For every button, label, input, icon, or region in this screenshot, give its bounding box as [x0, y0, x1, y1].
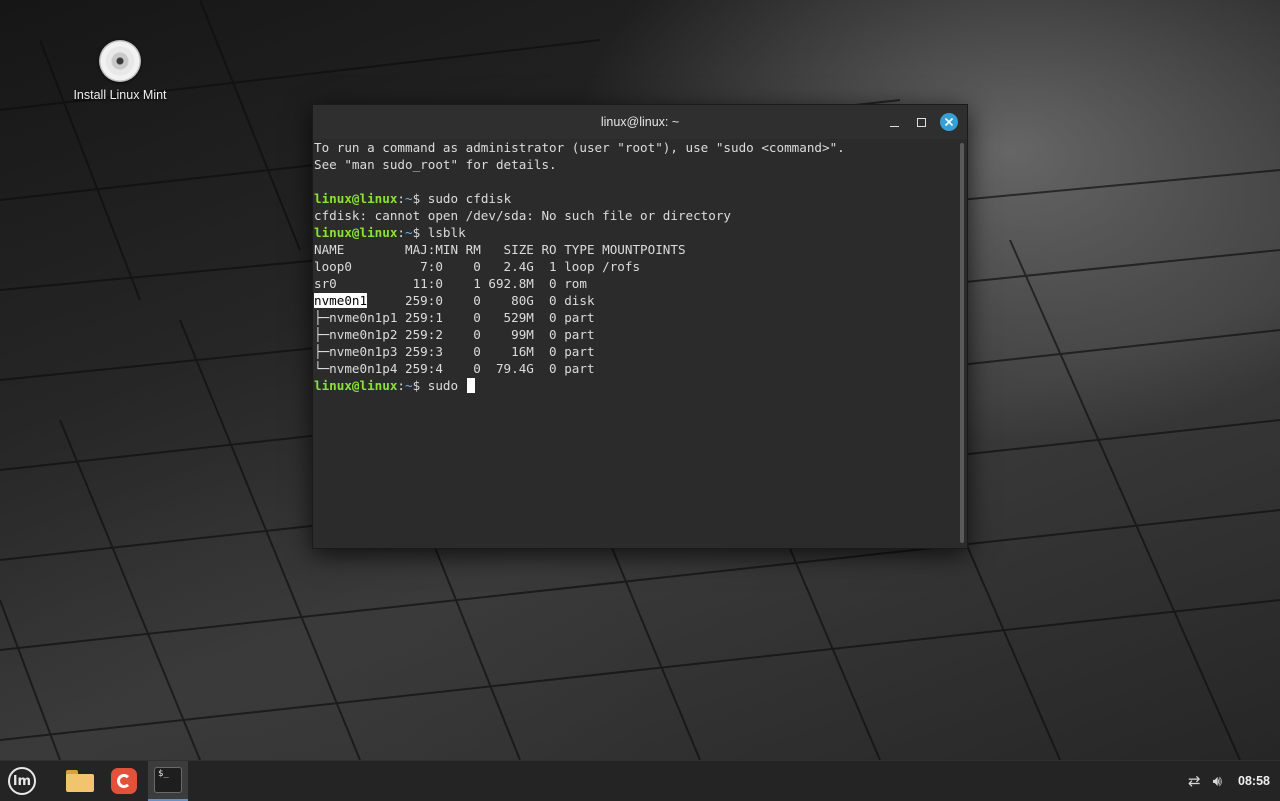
output-text: To run a command as administrator (user …	[314, 140, 845, 155]
output-line: ├─nvme0n1p2 259:2 0 99M 0 part	[313, 326, 957, 343]
prompt-user: linux@linux	[314, 225, 398, 240]
scrollbar-thumb[interactable]	[960, 143, 964, 543]
terminal-output[interactable]: To run a command as administrator (user …	[313, 139, 957, 548]
command-text: sudo cfdisk	[427, 191, 512, 206]
output-line: └─nvme0n1p4 259:4 0 79.4G 0 part	[313, 360, 957, 377]
command-text: sudo	[427, 378, 466, 393]
firefox-launcher[interactable]	[104, 761, 144, 801]
output-line: nvme0n1 259:0 0 80G 0 disk	[313, 292, 957, 309]
output-text: ├─nvme0n1p1 259:1 0 529M 0 part	[314, 310, 595, 325]
close-button[interactable]	[940, 113, 958, 131]
folder-icon	[66, 770, 94, 792]
selected-text: nvme0n1	[314, 293, 368, 308]
output-text: └─nvme0n1p4 259:4 0 79.4G 0 part	[314, 361, 595, 376]
output-text: loop0 7:0 0 2.4G 1 loop /rofs	[314, 259, 641, 274]
output-line: loop0 7:0 0 2.4G 1 loop /rofs	[313, 258, 957, 275]
output-text: NAME MAJ:MIN RM SIZE RO TYPE MOUNTPOINTS	[314, 242, 686, 257]
minimize-button[interactable]	[885, 113, 903, 131]
clock[interactable]: 08:58	[1238, 774, 1270, 788]
prompt-symbol: $	[412, 225, 428, 240]
output-line: NAME MAJ:MIN RM SIZE RO TYPE MOUNTPOINTS	[313, 241, 957, 258]
prompt-path: ~	[405, 378, 413, 393]
command-text: lsblk	[427, 225, 466, 240]
window-titlebar[interactable]: linux@linux: ~	[313, 105, 967, 139]
prompt-path: ~	[405, 191, 413, 206]
prompt-separator: :	[397, 225, 405, 240]
taskbar: lm $_ ⇄ 🔊︎ 08:58	[0, 760, 1280, 801]
terminal-window[interactable]: linux@linux: ~ To run a command as admin…	[312, 104, 968, 549]
files-launcher[interactable]	[60, 761, 100, 801]
desktop-icon-label: Install Linux Mint	[73, 88, 167, 102]
output-text: sr0 11:0 1 692.8M 0 rom	[314, 276, 587, 291]
prompt-symbol: $	[412, 191, 428, 206]
window-title: linux@linux: ~	[600, 115, 680, 129]
prompt-separator: :	[397, 191, 405, 206]
prompt-line: linux@linux:~$ sudo	[313, 377, 957, 394]
network-icon[interactable]: ⇄	[1188, 772, 1201, 790]
prompt-user: linux@linux	[314, 378, 398, 393]
minimize-icon	[889, 125, 899, 127]
prompt-line: linux@linux:~$ lsblk	[313, 224, 957, 241]
output-text: See "man sudo_root" for details.	[314, 157, 557, 172]
maximize-icon	[916, 117, 926, 127]
output-line: sr0 11:0 1 692.8M 0 rom	[313, 275, 957, 292]
desktop-icon-install-linux-mint[interactable]: Install Linux Mint	[60, 40, 180, 102]
close-icon	[944, 117, 954, 127]
prompt-user: linux@linux	[314, 191, 398, 206]
prompt-path: ~	[405, 225, 413, 240]
menu-button[interactable]: lm	[2, 761, 42, 801]
firefox-icon	[111, 768, 137, 794]
output-text: ├─nvme0n1p3 259:3 0 16M 0 part	[314, 344, 595, 359]
prompt-symbol: $	[412, 378, 428, 393]
terminal-scrollbar[interactable]	[957, 139, 967, 548]
output-line: ├─nvme0n1p3 259:3 0 16M 0 part	[313, 343, 957, 360]
maximize-button[interactable]	[912, 113, 930, 131]
terminal-icon: $_	[154, 767, 182, 793]
output-line: To run a command as administrator (user …	[313, 139, 957, 156]
output-line: ├─nvme0n1p1 259:1 0 529M 0 part	[313, 309, 957, 326]
disc-icon	[99, 40, 141, 82]
output-text: 259:0 0 80G 0 disk	[367, 293, 595, 308]
linux-mint-logo-icon: lm	[8, 767, 36, 795]
output-line: See "man sudo_root" for details.	[313, 156, 957, 173]
output-text: ├─nvme0n1p2 259:2 0 99M 0 part	[314, 327, 595, 342]
volume-icon[interactable]: 🔊︎	[1213, 772, 1222, 790]
output-text: cfdisk: cannot open /dev/sda: No such fi…	[314, 208, 732, 223]
output-line: cfdisk: cannot open /dev/sda: No such fi…	[313, 207, 957, 224]
prompt-separator: :	[397, 378, 405, 393]
system-tray: ⇄ 🔊︎ 08:58	[1188, 761, 1270, 801]
prompt-line: linux@linux:~$ sudo cfdisk	[313, 190, 957, 207]
terminal-launcher[interactable]: $_	[148, 761, 188, 801]
text-cursor	[466, 378, 475, 393]
